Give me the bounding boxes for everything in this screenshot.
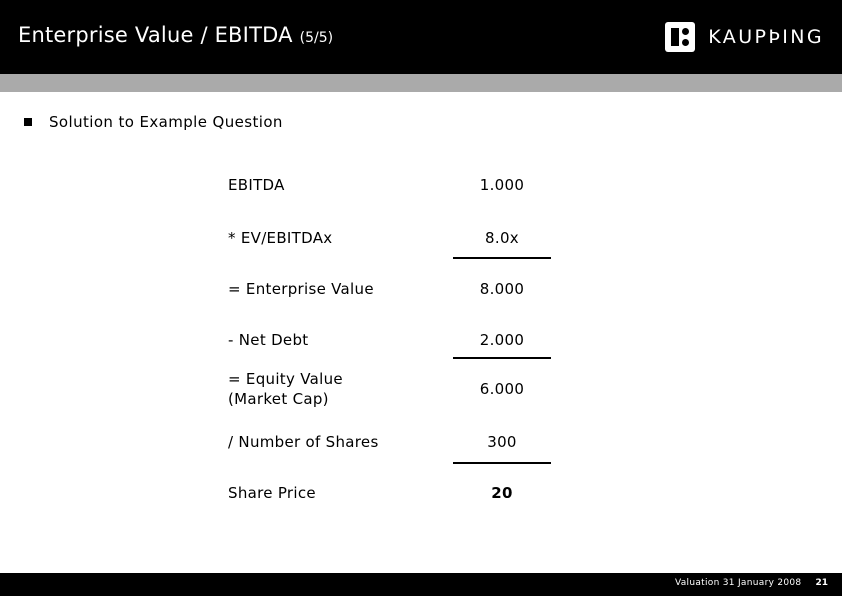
- brand-logo: KAUPÞING: [665, 21, 824, 53]
- table-row: - Net Debt 2.000: [228, 330, 558, 350]
- page-title: Enterprise Value / EBITDA (5/5): [18, 23, 333, 47]
- table-row: = Equity Value (Market Cap) 6.000: [228, 369, 558, 409]
- row-label: = Enterprise Value: [228, 280, 374, 298]
- logo-dot-top-shape: [682, 28, 690, 35]
- row-value: 8.0x: [485, 229, 519, 247]
- row-label: / Number of Shares: [228, 433, 379, 451]
- logo-bar-shape: [671, 28, 680, 46]
- row-label: - Net Debt: [228, 331, 309, 349]
- header-separator-band: [0, 74, 842, 92]
- section-bullet-label: Solution to Example Question: [49, 113, 283, 131]
- row-value: 1.000: [479, 176, 525, 194]
- page-title-counter: (5/5): [299, 30, 334, 46]
- table-row: EBITDA 1.000: [228, 175, 558, 195]
- footer-content: Valuation 31 January 2008 21: [675, 578, 828, 588]
- section-bullet: Solution to Example Question: [24, 113, 283, 131]
- row-value: 8.000: [479, 280, 525, 298]
- table-row: Share Price 20: [228, 483, 558, 503]
- subtotal-rule: [453, 257, 551, 259]
- table-row: = Enterprise Value 8.000: [228, 279, 558, 299]
- row-value: 6.000: [479, 380, 525, 398]
- footer-note: Valuation 31 January 2008: [674, 578, 802, 588]
- logo-dot-bottom-shape: [682, 39, 690, 46]
- row-label: EBITDA: [228, 176, 285, 194]
- kaupthing-square-mark-icon: [665, 22, 696, 52]
- brand-name: KAUPÞING: [708, 26, 824, 48]
- row-label: = Equity Value (Market Cap): [228, 370, 343, 408]
- table-row: / Number of Shares 300: [228, 432, 558, 452]
- subtotal-rule: [453, 462, 551, 464]
- page-title-main: Enterprise Value / EBITDA: [18, 23, 293, 47]
- row-value: 2.000: [479, 331, 525, 349]
- row-label: Share Price: [228, 484, 316, 502]
- row-label: * EV/EBITDAx: [228, 229, 333, 247]
- subtotal-rule: [453, 357, 551, 359]
- square-bullet-icon: [24, 118, 32, 126]
- row-value: 300: [487, 433, 517, 451]
- row-value: 20: [491, 484, 513, 502]
- page-number: 21: [815, 578, 828, 588]
- table-row: * EV/EBITDAx 8.0x: [228, 228, 558, 248]
